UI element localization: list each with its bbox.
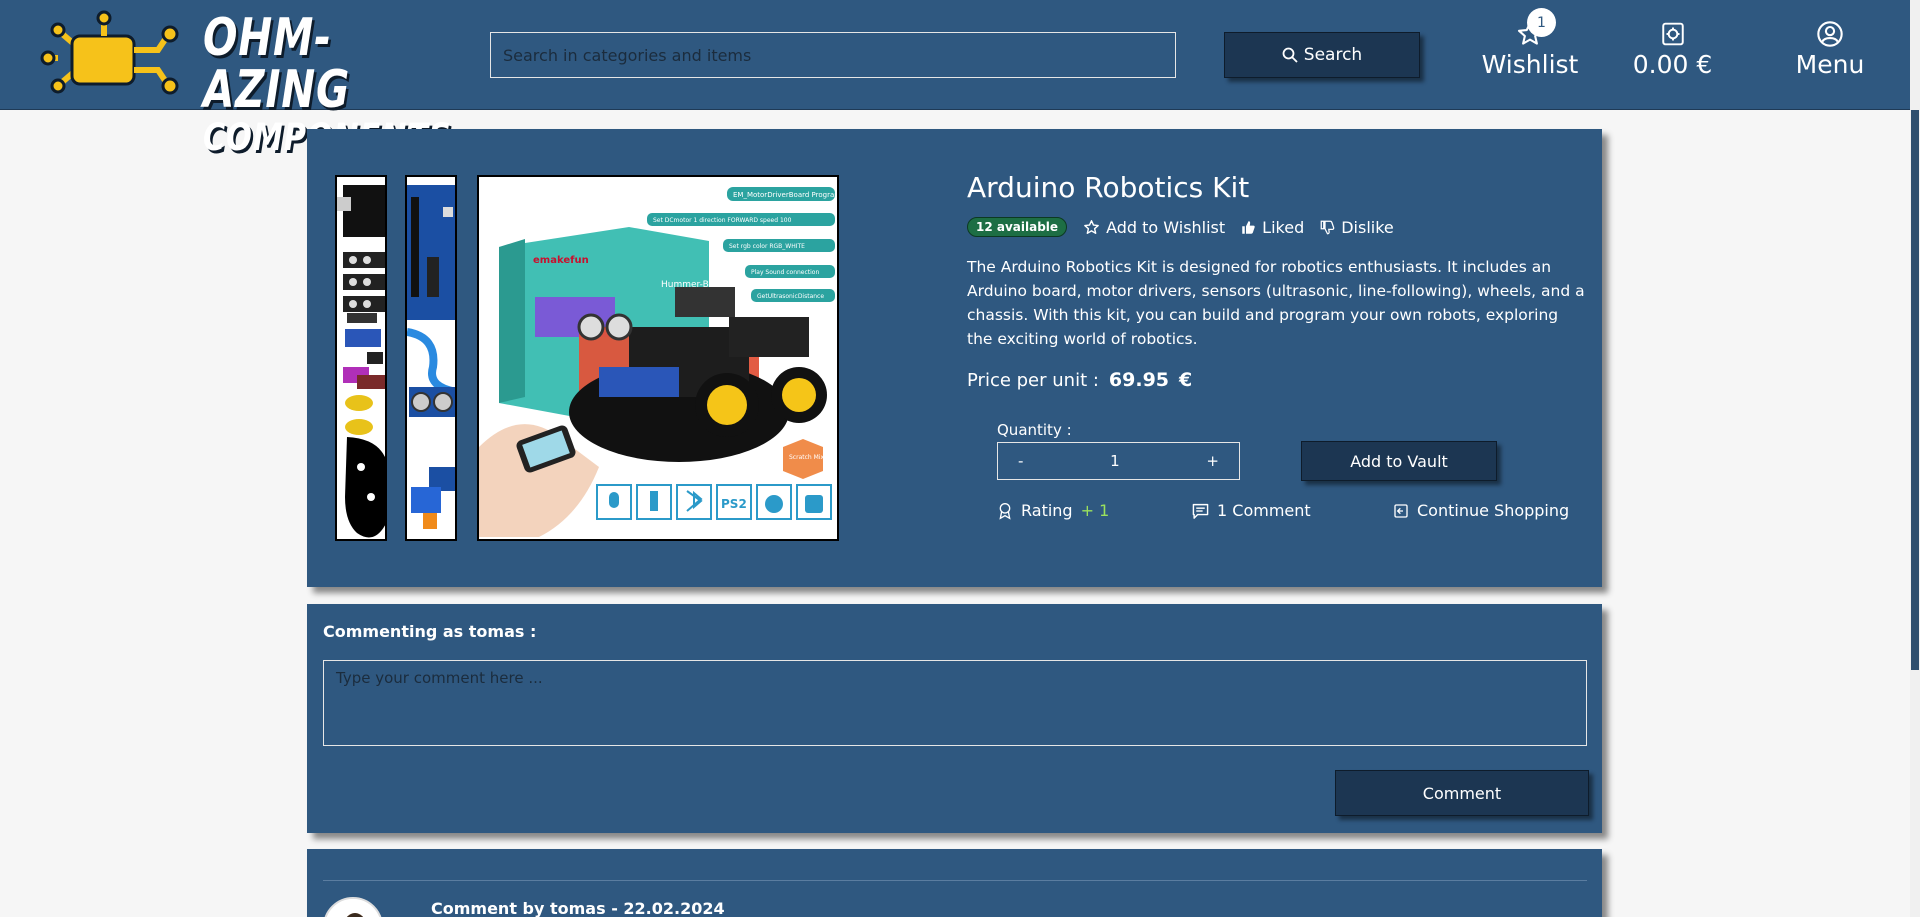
box-code-block-2: Set DCmotor 1 direction FORWARD speed 10… <box>653 217 792 224</box>
box-code-block-4: Play Sound connection <box>751 269 819 276</box>
product-thumbnail-1[interactable] <box>335 175 387 541</box>
commenting-as-label: Commenting as tomas : <box>323 622 537 641</box>
search-input[interactable] <box>490 32 1176 78</box>
search-button-label: Search <box>1303 45 1363 65</box>
nav-cart[interactable]: 0.00 € <box>1620 18 1725 79</box>
product-meta-row: 12 available Add to Wishlist Liked Disli… <box>967 217 1394 237</box>
box-brand: emakefun <box>533 255 589 266</box>
comment-count-link[interactable]: 1 Comment <box>1192 501 1311 520</box>
vault-icon <box>1661 22 1684 46</box>
arrow-left-box-icon <box>1394 503 1408 518</box>
avatar <box>323 897 383 917</box>
parts-strip-image <box>337 185 385 538</box>
user-circle-icon <box>1817 21 1843 47</box>
star-icon <box>1084 219 1099 234</box>
logo-line-1: OHM-AZING <box>203 8 351 120</box>
rating-indicator: Rating + 1 <box>997 501 1109 520</box>
comment-list-panel: Comment by tomas - 22.02.2024 <box>307 849 1602 917</box>
search-button[interactable]: Search <box>1224 32 1420 78</box>
arduino-board-strip-image <box>407 185 455 529</box>
comment-icon <box>1192 503 1209 519</box>
quantity-value[interactable]: 1 <box>1110 452 1120 470</box>
page-scrollbar[interactable] <box>1910 0 1920 917</box>
comment-textarea[interactable] <box>323 660 1587 746</box>
thumbs-down-icon <box>1320 220 1335 234</box>
add-to-wishlist-button[interactable]: Add to Wishlist <box>1083 218 1225 237</box>
price-value: 69.95 <box>1108 369 1170 391</box>
search-icon <box>1282 47 1298 63</box>
robot-car-kit-image: EM_MotorDriverBoard Program Set DCmotor … <box>479 177 839 539</box>
site-header: OHM-AZING COMPONENTS Search Wishlist 1 <box>0 0 1910 156</box>
add-to-vault-button[interactable]: Add to Vault <box>1301 441 1497 481</box>
quantity-decrement-button[interactable]: - <box>1018 452 1023 470</box>
product-description: The Arduino Robotics Kit is designed for… <box>967 258 1585 348</box>
like-button[interactable]: Liked <box>1241 218 1304 237</box>
price-currency: € <box>1179 369 1193 391</box>
site-logo[interactable]: OHM-AZING COMPONENTS <box>38 10 451 156</box>
product-thumbnail-2[interactable] <box>405 175 457 541</box>
add-to-wishlist-label: Add to Wishlist <box>1106 217 1226 237</box>
liked-label: Liked <box>1262 217 1305 237</box>
dislike-button[interactable]: Dislike <box>1320 218 1394 237</box>
scrollbar-thumb[interactable] <box>1911 110 1919 670</box>
comment-divider <box>323 880 1587 881</box>
product-title: Arduino Robotics Kit <box>967 171 1250 204</box>
user-avatar-image <box>325 899 381 917</box>
wishlist-count-badge: 1 <box>1527 8 1556 37</box>
menu-label: Menu <box>1795 50 1865 79</box>
product-panel: EM_MotorDriverBoard Program Set DCmotor … <box>307 129 1602 587</box>
nav-menu[interactable]: Menu <box>1780 18 1880 79</box>
rating-value: + 1 <box>1080 501 1110 520</box>
comment-form-panel: Commenting as tomas : Comment <box>307 604 1602 833</box>
rating-label: Rating <box>1021 501 1073 520</box>
circuit-chip-icon <box>40 10 179 95</box>
comment-count-label: 1 Comment <box>1217 501 1311 520</box>
wishlist-label: Wishlist <box>1481 50 1579 79</box>
box-code-block-1: EM_MotorDriverBoard Program <box>733 191 839 199</box>
award-icon <box>999 502 1011 520</box>
product-price: Price per unit : 69.95 € <box>967 369 1192 391</box>
product-main-image[interactable]: EM_MotorDriverBoard Program Set DCmotor … <box>477 175 839 541</box>
quantity-label: Quantity : <box>997 421 1072 439</box>
dislike-label: Dislike <box>1341 217 1394 237</box>
submit-comment-button[interactable]: Comment <box>1335 770 1589 816</box>
box-ps2-label: PS2 <box>721 497 747 511</box>
cart-total: 0.00 € <box>1632 50 1713 79</box>
continue-shopping-label: Continue Shopping <box>1417 501 1570 520</box>
continue-shopping-link[interactable]: Continue Shopping <box>1393 501 1569 520</box>
box-badge: Scratch Mixly <box>789 454 830 461</box>
box-code-block-3: Set rgb color RGB_WHITE <box>729 243 805 250</box>
quantity-increment-button[interactable]: + <box>1206 452 1219 470</box>
price-label: Price per unit : <box>967 370 1099 391</box>
box-code-block-5: GetUltrasonicDistance <box>757 293 824 300</box>
comment-header: Comment by tomas - 22.02.2024 <box>431 899 725 917</box>
availability-badge: 12 available <box>967 217 1068 237</box>
thumbs-up-icon <box>1242 220 1255 234</box>
quantity-stepper[interactable]: - 1 + <box>997 442 1240 480</box>
